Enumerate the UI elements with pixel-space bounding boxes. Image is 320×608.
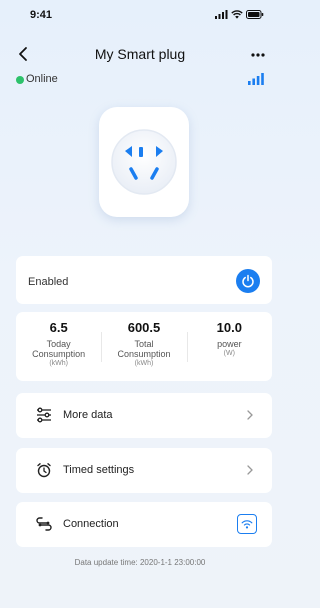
stat-power: 10.0 power (W) — [186, 312, 272, 381]
stat-today-consumption: 6.5 Today Consumption (kWh) — [16, 312, 101, 381]
stat-unit: (kWh) — [134, 360, 154, 367]
power-switch-card: Enabled — [16, 256, 272, 304]
timed-settings-label: Timed settings — [63, 464, 135, 476]
stat-total-consumption: 600.5 Total Consumption (kWh) — [101, 312, 186, 381]
more-options-button[interactable] — [248, 44, 268, 64]
wifi-connection-button[interactable] — [237, 514, 257, 534]
chevron-right-icon — [247, 465, 253, 475]
smart-plug-image — [99, 107, 189, 217]
stat-unit: (kWh) — [49, 360, 68, 367]
alarm-clock-icon — [37, 463, 51, 478]
timed-settings-row[interactable]: Timed settings — [16, 448, 272, 493]
wifi-icon — [241, 520, 253, 529]
power-icon — [242, 274, 254, 288]
stat-label-line1: Total — [134, 339, 154, 349]
stat-label-line2: Consumption — [32, 349, 86, 359]
stat-label-line2: Consumption — [117, 349, 171, 359]
link-icon — [36, 517, 52, 531]
socket-face-icon — [111, 129, 177, 195]
battery-icon — [246, 10, 264, 19]
connection-label: Connection — [63, 518, 119, 530]
page-title: My Smart plug — [94, 46, 186, 62]
stat-unit: (W) — [223, 350, 235, 357]
power-toggle-button[interactable] — [236, 269, 260, 293]
more-data-label: More data — [63, 409, 113, 421]
stat-value: 10.0 — [216, 320, 242, 335]
device-status-row: Online — [16, 72, 264, 88]
stat-value: 600.5 — [127, 320, 161, 335]
stat-value: 6.5 — [49, 320, 68, 335]
navigation-bar: My Smart plug — [0, 42, 280, 66]
stat-label-line1: power — [217, 339, 242, 349]
online-status-text: Online — [26, 73, 58, 85]
more-dots-icon — [251, 53, 265, 57]
wifi-status-icon — [231, 10, 243, 19]
signal-strength-icon — [248, 73, 264, 85]
status-bar: 9:41 — [0, 0, 280, 30]
connection-row[interactable]: Connection — [16, 502, 272, 547]
cellular-signal-icon — [215, 10, 228, 19]
status-time: 9:41 — [30, 9, 53, 21]
more-data-row[interactable]: More data — [16, 393, 272, 438]
switch-state-label: Enabled — [28, 276, 69, 288]
data-update-time: Data update time: 2020-1-1 23:00:00 — [74, 558, 206, 567]
sliders-icon — [37, 407, 51, 423]
chevron-right-icon — [247, 410, 253, 420]
status-icons — [215, 10, 264, 19]
online-indicator-dot — [16, 76, 24, 84]
consumption-stats-card: 6.5 Today Consumption (kWh) 600.5 Total … — [16, 312, 272, 381]
stat-label-line1: Today — [46, 339, 71, 349]
